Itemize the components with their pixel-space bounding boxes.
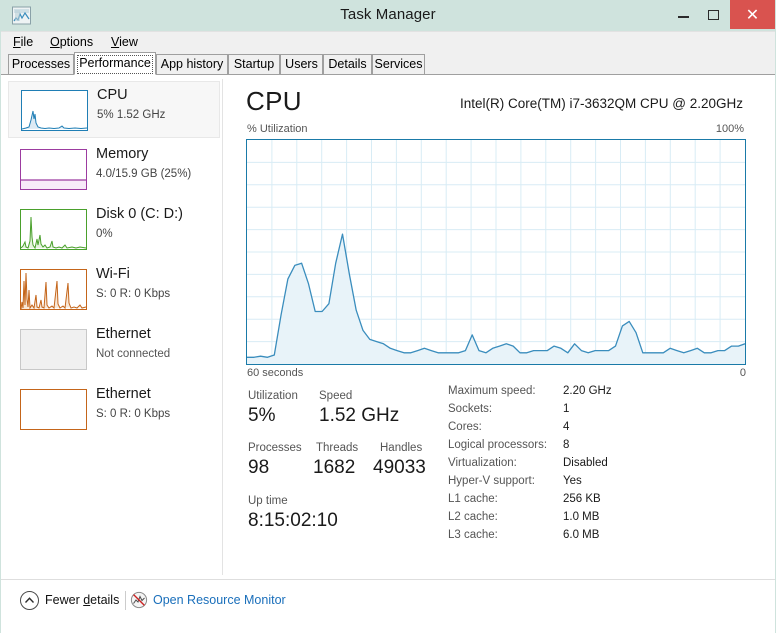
sidebar-item-wifi[interactable]: Wi-Fi S: 0 R: 0 Kbps (8, 261, 220, 318)
client-area: Processes Performance App history Startu… (1, 52, 775, 579)
stat-value-speed: 1.52 GHz (319, 405, 400, 426)
sidebar-item-cpu-title: CPU (97, 87, 128, 103)
sidebar-item-ethernet-title: Ethernet (96, 386, 151, 402)
status-separator (125, 591, 126, 610)
minimize-icon (678, 16, 689, 18)
menu-item-options[interactable]: Options (45, 34, 98, 50)
spec-value-l1-cache: 256 KB (563, 493, 601, 505)
spec-key-sockets: Sockets: (448, 403, 493, 415)
stat-value-processes: 98 (248, 457, 270, 478)
page-title: CPU (246, 86, 302, 116)
spec-value-logical-processors: 8 (563, 439, 570, 451)
spec-key-l2-cache: L2 cache: (448, 511, 498, 523)
stat-label-processes: Processes (248, 442, 302, 454)
sidebar-item-memory-subtitle: 4.0/15.9 GB (25%) (96, 168, 192, 180)
stat-value-utilization: 5% (248, 405, 276, 426)
spec-value-maximum-speed: 2.20 GHz (563, 385, 612, 397)
sidebar-item-wifi-title: Wi-Fi (96, 266, 130, 282)
tab-app-history[interactable]: App history (156, 54, 228, 74)
open-resource-monitor-link[interactable]: Open Resource Monitor (153, 593, 286, 607)
resource-monitor-icon (130, 591, 148, 609)
spec-key-hyperv-support: Hyper-V support: (448, 475, 535, 487)
stat-label-utilization: Utilization (248, 390, 298, 402)
title-bar: Task Manager ✕ (0, 0, 776, 31)
performance-page: CPU 5% 1.52 GHz Memory 4.0/15.9 GB (25%) (1, 75, 775, 579)
sidebar-item-ethernet[interactable]: Ethernet S: 0 R: 0 Kbps (8, 381, 220, 438)
stat-value-handles: 49033 (373, 457, 426, 478)
maximize-button[interactable] (699, 1, 730, 29)
ethernet-thumbnail-graph (20, 389, 87, 430)
minimize-button[interactable] (668, 1, 699, 29)
sidebar-item-cpu[interactable]: CPU 5% 1.52 GHz (8, 81, 220, 138)
spec-value-sockets: 1 (563, 403, 570, 415)
spec-value-l3-cache: 6.0 MB (563, 529, 600, 541)
cpu-thumbnail-graph (21, 90, 88, 131)
tab-processes[interactable]: Processes (8, 54, 74, 74)
disk-thumbnail-graph (20, 209, 87, 250)
spec-key-logical-processors: Logical processors: (448, 439, 548, 451)
sidebar-item-cpu-subtitle: 5% 1.52 GHz (97, 109, 166, 121)
sidebar-item-wifi-subtitle: S: 0 R: 0 Kbps (96, 288, 171, 300)
stat-label-speed: Speed (319, 390, 353, 402)
sidebar-item-ethernet-disconnected-subtitle: Not connected (96, 348, 171, 360)
tab-details[interactable]: Details (323, 54, 372, 74)
sidebar-item-ethernet-disconnected[interactable]: Ethernet Not connected (8, 321, 220, 378)
cpu-model-name: Intel(R) Core(TM) i7-3632QM CPU @ 2.20GH… (459, 96, 743, 111)
graph-y-axis-label: % Utilization (247, 123, 308, 135)
spec-key-virtualization: Virtualization: (448, 457, 517, 469)
fewer-details-label: Fewer details (45, 593, 120, 607)
sidebar-item-disk-title: Disk 0 (C: D:) (96, 206, 183, 222)
resource-sidebar: CPU 5% 1.52 GHz Memory 4.0/15.9 GB (25%) (1, 75, 222, 579)
sidebar-item-memory[interactable]: Memory 4.0/15.9 GB (25%) (8, 141, 220, 198)
cpu-detail-panel: CPU Intel(R) Core(TM) i7-3632QM CPU @ 2.… (223, 75, 775, 579)
memory-thumbnail-graph (20, 149, 87, 190)
ethernet-disconnected-thumbnail (20, 329, 87, 370)
tab-focus-outline (77, 55, 153, 74)
sidebar-item-ethernet-disconnected-title: Ethernet (96, 326, 151, 342)
sidebar-item-disk-subtitle: 0% (96, 228, 113, 240)
stat-label-threads: Threads (316, 442, 359, 454)
stat-label-uptime: Up time (248, 495, 288, 507)
graph-y-max-label: 100% (715, 123, 744, 135)
sidebar-item-memory-title: Memory (96, 146, 149, 162)
close-button[interactable]: ✕ (730, 0, 775, 29)
tab-strip: Processes Performance App history Startu… (1, 52, 775, 75)
tab-services[interactable]: Services (372, 54, 425, 74)
spec-key-l3-cache: L3 cache: (448, 529, 498, 541)
spec-value-l2-cache: 1.0 MB (563, 511, 600, 523)
stat-value-threads: 1682 (313, 457, 356, 478)
spec-key-maximum-speed: Maximum speed: (448, 385, 536, 397)
tab-performance[interactable]: Performance (74, 52, 156, 75)
menu-item-file[interactable]: File (8, 34, 38, 50)
close-icon: ✕ (745, 5, 760, 24)
spec-value-cores: 4 (563, 421, 570, 433)
graph-x-left-label: 60 seconds (247, 367, 304, 379)
spec-value-virtualization: Disabled (563, 457, 608, 469)
menu-bar: File Options View (1, 31, 775, 53)
spec-key-l1-cache: L1 cache: (448, 493, 498, 505)
menu-item-view[interactable]: View (106, 34, 143, 50)
graph-x-right-label: 0 (739, 367, 746, 379)
tab-users[interactable]: Users (280, 54, 323, 74)
sidebar-item-disk[interactable]: Disk 0 (C: D:) 0% (8, 201, 220, 258)
spec-value-hyperv-support: Yes (563, 475, 582, 487)
stat-label-handles: Handles (380, 442, 423, 454)
cpu-utilization-graph (246, 139, 746, 365)
stat-value-uptime: 8:15:02:10 (248, 510, 338, 531)
wifi-thumbnail-graph (20, 269, 87, 310)
status-bar: Fewer details Open Resource Monitor (1, 579, 775, 633)
tab-startup[interactable]: Startup (228, 54, 280, 74)
task-manager-window: Task Manager ✕ File Options View Process… (0, 0, 776, 633)
sidebar-item-ethernet-subtitle: S: 0 R: 0 Kbps (96, 408, 171, 420)
chevron-up-icon (20, 591, 39, 610)
maximize-icon (708, 10, 719, 20)
window-title: Task Manager (340, 6, 436, 23)
spec-key-cores: Cores: (448, 421, 482, 433)
